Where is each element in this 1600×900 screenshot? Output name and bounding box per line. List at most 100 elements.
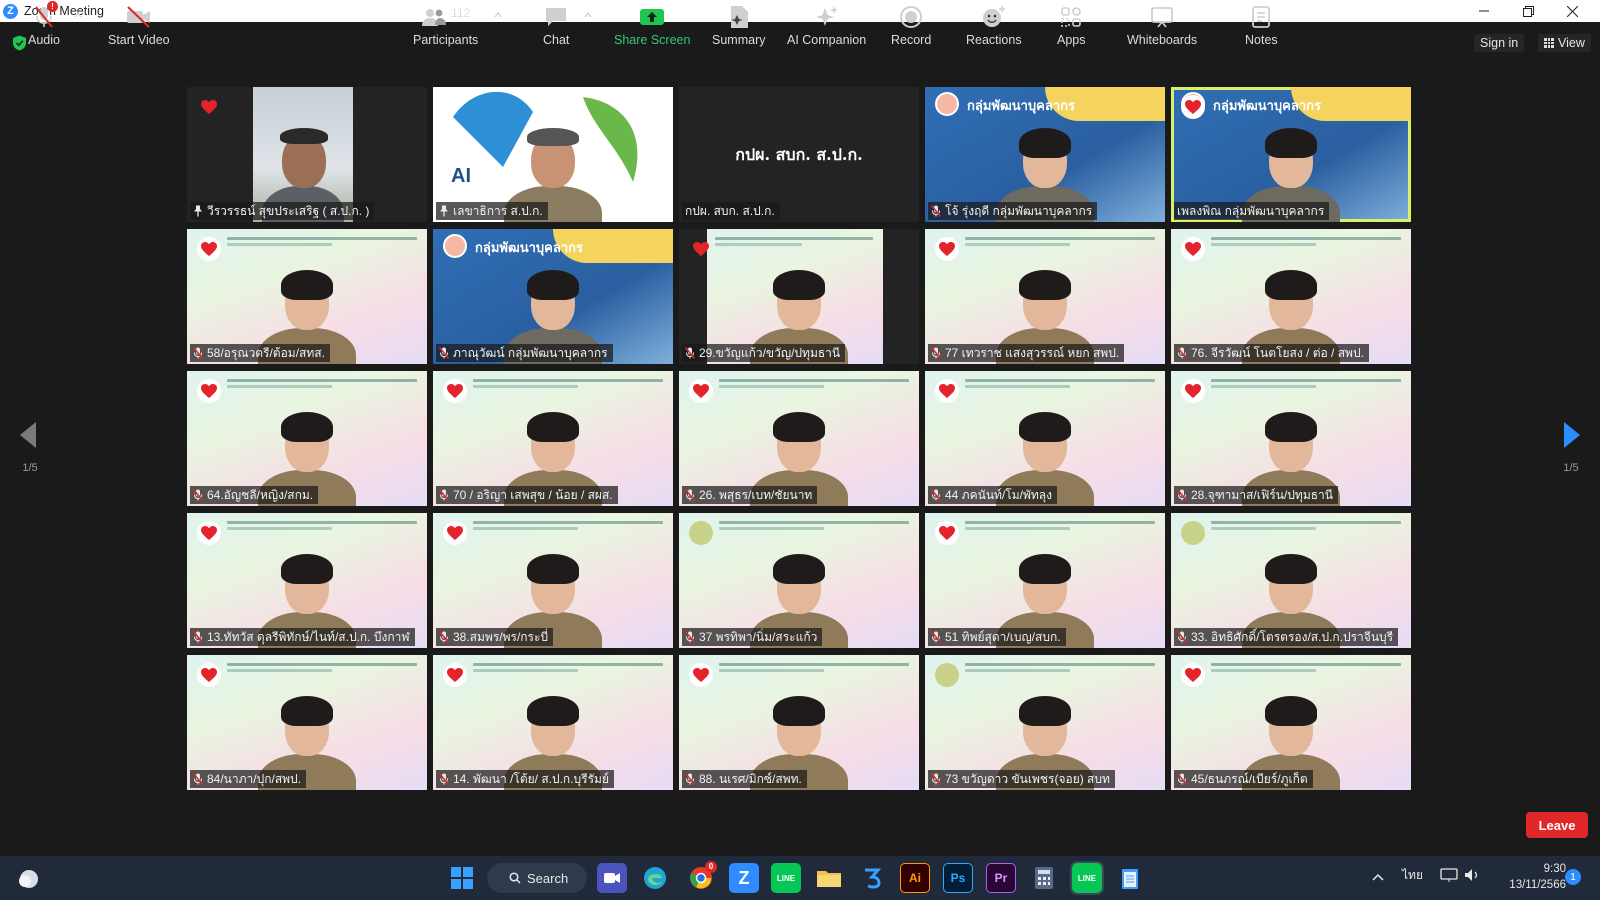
sign-in-button[interactable]: Sign in [1474, 34, 1525, 52]
participant-video-tile[interactable]: 73 ขวัญดาว ขันเพชร(จอย) สบท [925, 655, 1165, 790]
leave-button[interactable]: Leave [1526, 812, 1588, 838]
taskbar-search[interactable]: Search [487, 863, 587, 893]
audio-options-caret-icon[interactable] [74, 12, 82, 18]
participant-video-tile[interactable]: 76. จีรวัฒน์ โนตโยสง / ต่อ / สพป. [1171, 229, 1411, 364]
chat-options-caret-icon[interactable] [584, 12, 592, 18]
participant-name: โจ้ รุ่งฤดี กลุ่มพัฒนาบุคลากร [945, 204, 1093, 218]
participants-button[interactable]: 112 Participants [413, 4, 478, 47]
participant-video-tile[interactable]: 51 ทิพย์สุดา/เบญ/สบก. [925, 513, 1165, 648]
participant-video-tile[interactable]: AI เลขาธิการ ส.ป.ก. [433, 87, 673, 222]
participant-video-tile[interactable]: 45/ธนภรณ์/เบียร์/ภูเก็ต [1171, 655, 1411, 790]
previous-page-arrow-icon[interactable] [18, 420, 38, 450]
system-clock[interactable]: 9:30 13/11/2566 [1486, 861, 1566, 893]
muted-microphone-icon [193, 773, 203, 785]
participants-options-caret-icon[interactable] [494, 12, 502, 18]
pin-icon [439, 205, 449, 217]
participant-video-tile[interactable]: 44 ภคนันท์/โม/พัทลุง [925, 371, 1165, 506]
participant-video-tile[interactable]: กลุ่มพัฒนาบุคลากร เพลงพิณ กลุ่มพัฒนาบุคลา… [1171, 87, 1411, 222]
view-button[interactable]: View [1538, 34, 1591, 52]
video-gallery-grid: วีรวรรธน์ สุขประเสริฐ ( ส.ป.ก. ) AI เลขาธิ… [187, 87, 1418, 790]
close-button[interactable] [1550, 0, 1594, 22]
webinar-banner-text [473, 521, 663, 535]
start-button[interactable] [447, 863, 477, 893]
participant-video-tile[interactable]: 13.ทัทวัส ดุลรีพิทักษ์/ไนท์/ส.ป.ก. บึงกา… [187, 513, 427, 648]
webinar-banner-text [473, 663, 663, 677]
start-video-button[interactable]: Start Video [108, 4, 170, 47]
participant-video-tile[interactable]: 29.ขวัญแก้ว/ขวัญ/ปทุมธานี [679, 229, 919, 364]
share-screen-icon [640, 9, 665, 25]
profile-badge-icon [935, 663, 959, 687]
restore-button[interactable] [1506, 0, 1550, 22]
webinar-banner-text [719, 379, 909, 393]
audio-button[interactable]: ! Audio [28, 1, 60, 47]
share-screen-button[interactable]: Share Screen [614, 4, 690, 47]
line-app-icon[interactable]: LINE [771, 863, 801, 893]
input-language[interactable]: ไทย [1402, 866, 1423, 885]
webinar-banner-text [719, 663, 909, 677]
network-icon[interactable] [1440, 867, 1458, 883]
participant-video-tile[interactable]: 14. พัฒนา /โต้ย/ ส.ป.ก.บุรีรัมย์ [433, 655, 673, 790]
participant-video-tile[interactable]: 64.อัญชลี/หญิง/สกม. [187, 371, 427, 506]
teams-app-icon[interactable] [597, 863, 627, 893]
heart-reaction-icon [197, 95, 221, 119]
heart-reaction-icon [689, 663, 713, 687]
edge-browser-icon[interactable] [640, 863, 670, 893]
minimize-button[interactable] [1462, 0, 1506, 22]
participant-video-tile[interactable]: 88. นเรศ/มิกซ์/สพท. [679, 655, 919, 790]
participant-video-tile[interactable]: กลุ่มพัฒนาบุคลากร ภาณุวัฒน์ กลุ่มพัฒนาบุค… [433, 229, 673, 364]
tray-overflow-chevron-icon[interactable] [1372, 873, 1384, 881]
participant-video-tile[interactable]: 33. อิทธิศักดิ์/โตรตรอง/ส.ป.ก.ปราจีนบุรี [1171, 513, 1411, 648]
participant-video-tile[interactable]: 77 เทวราช แสงสุวรรณ์ หยก สพป. [925, 229, 1165, 364]
photoshop-app-icon[interactable]: Ps [943, 863, 973, 893]
zoom-app-icon[interactable]: Z [729, 863, 759, 893]
record-button[interactable]: Record [891, 4, 931, 47]
participant-name-label: 73 ขวัญดาว ขันเพชร(จอย) สบท [928, 770, 1115, 788]
apps-button[interactable]: Apps [1057, 4, 1086, 47]
whiteboards-button[interactable]: Whiteboards [1127, 4, 1197, 47]
heart-reaction-icon [197, 379, 221, 403]
chat-button[interactable]: Chat [543, 4, 569, 47]
participant-video-tile[interactable]: 70 / อริญา เสพสุข / น้อย / สผส. [433, 371, 673, 506]
premiere-label: Pr [994, 871, 1008, 885]
participant-video-tile[interactable]: 37 พรทิพา/นิ่ม/สระแก้ว [679, 513, 919, 648]
participant-video-tile[interactable]: 84/นาภา/ปุก/สพป. [187, 655, 427, 790]
encryption-shield-icon[interactable] [12, 35, 27, 51]
participant-video-tile[interactable]: วีรวรรธน์ สุขประเสริฐ ( ส.ป.ก. ) [187, 87, 427, 222]
next-page-arrow-icon[interactable] [1562, 420, 1582, 450]
notepad-app-icon[interactable] [1115, 863, 1145, 893]
clock-date: 13/11/2566 [1509, 879, 1566, 891]
muted-microphone-icon [1177, 631, 1187, 643]
participant-video-tile[interactable]: กปผ. สบก. ส.ป.ก. กปผ. สบก. ส.ป.ก. [679, 87, 919, 222]
participant-video-tile[interactable]: 26. พสุธร/เบท/ชัยนาท [679, 371, 919, 506]
muted-microphone-icon [439, 347, 449, 359]
webinar-banner-text [965, 379, 1155, 393]
volume-icon[interactable] [1463, 867, 1481, 883]
page-indicator-left: 1/5 [22, 462, 38, 474]
participant-video-tile[interactable]: 58/อรุณวตรี/ต้อม/สทส. [187, 229, 427, 364]
zoom-logo-icon: Z [3, 3, 18, 19]
participant-name: 76. จีรวัฒน์ โนตโยสง / ต่อ / สพป. [1191, 346, 1364, 360]
ai-companion-button[interactable]: AI Companion [787, 4, 866, 47]
restore-icon [1522, 5, 1534, 17]
file-explorer-icon[interactable] [814, 863, 844, 893]
premiere-app-icon[interactable]: Pr [986, 863, 1016, 893]
participant-name-label: โจ้ รุ่งฤดี กลุ่มพัฒนาบุคลากร [928, 202, 1098, 220]
participant-video-tile[interactable]: 28.จุฑามาส/เฟิร์น/ปทุมธานี [1171, 371, 1411, 506]
notification-badge[interactable]: 1 [1565, 869, 1581, 885]
notes-button[interactable]: Notes [1245, 4, 1278, 47]
weather-icon[interactable] [14, 864, 44, 894]
reactions-button[interactable]: Reactions [966, 4, 1022, 47]
app-3-icon[interactable] [857, 863, 887, 893]
participant-name: 58/อรุณวตรี/ต้อม/สทส. [207, 346, 325, 360]
participant-video-tile[interactable]: กลุ่มพัฒนาบุคลากร โจ้ รุ่งฤดี กลุ่มพัฒนาบ… [925, 87, 1165, 222]
illustrator-app-icon[interactable]: Ai [900, 863, 930, 893]
participant-name: วีรวรรธน์ สุขประเสริฐ ( ส.ป.ก. ) [207, 204, 370, 218]
webinar-banner-text [1211, 663, 1401, 677]
line-active-app-icon[interactable]: LINE [1070, 861, 1104, 895]
participant-video-tile[interactable]: 38.สมพร/พร/กระบี่ [433, 513, 673, 648]
summary-button[interactable]: Summary [712, 4, 765, 47]
participant-name-label: 37 พรทิพา/นิ่ม/สระแก้ว [682, 628, 823, 646]
calculator-app-icon[interactable] [1029, 863, 1059, 893]
chrome-browser-icon[interactable]: 0 [686, 861, 717, 893]
heart-reaction-icon [1181, 237, 1205, 261]
